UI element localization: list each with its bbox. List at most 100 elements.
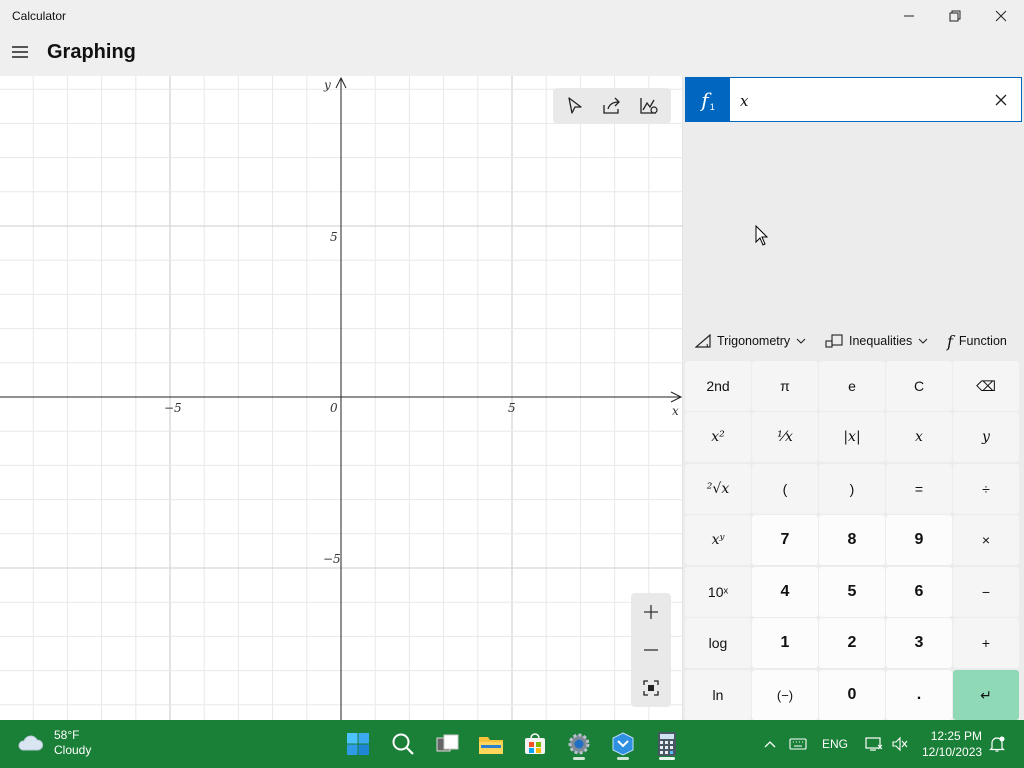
decimal-key[interactable]: .	[886, 670, 952, 720]
close-paren-key[interactable]: )	[819, 464, 885, 514]
running-indicator	[573, 757, 585, 760]
start-button[interactable]	[340, 726, 376, 762]
digit-1-key-label: 1	[780, 634, 790, 651]
notifications-button[interactable]	[986, 734, 1008, 754]
digit-8-key[interactable]: 8	[819, 515, 885, 565]
function-name: f	[701, 87, 709, 112]
digit-3-key-label: 3	[914, 634, 924, 651]
minus-icon	[644, 649, 658, 651]
restore-button[interactable]	[932, 0, 978, 32]
plus-key[interactable]: +	[953, 618, 1019, 668]
share-icon	[603, 97, 620, 114]
power-key[interactable]: xʸ	[685, 515, 751, 565]
digit-7-key-label: 7	[780, 531, 790, 548]
digit-2-key[interactable]: 2	[819, 618, 885, 668]
multiply-key[interactable]: ×	[953, 515, 1019, 565]
abs-key[interactable]: |x|	[819, 412, 885, 462]
graph-options-button[interactable]	[633, 91, 665, 121]
minimize-icon	[904, 15, 914, 17]
log-key[interactable]: log	[685, 618, 751, 668]
zoom-in-button[interactable]	[631, 593, 671, 631]
digit-7-key[interactable]: 7	[752, 515, 818, 565]
close-icon	[995, 10, 1007, 22]
trace-button[interactable]	[559, 91, 591, 121]
store-icon	[525, 733, 545, 754]
file-explorer-button[interactable]	[473, 726, 509, 762]
reciprocal-key[interactable]: ¹⁄x	[752, 412, 818, 462]
search-icon	[392, 733, 414, 755]
gear-icon	[568, 733, 590, 755]
digit-1-key[interactable]: 1	[752, 618, 818, 668]
function-dropdown[interactable]: f Function	[947, 326, 1007, 356]
function-subscript: 1	[709, 101, 715, 112]
backspace-key[interactable]: ⌫	[953, 361, 1019, 411]
digit-0-key[interactable]: 0	[819, 670, 885, 720]
divide-key[interactable]: ÷	[953, 464, 1019, 514]
log-key-label: log	[708, 635, 728, 651]
search-button[interactable]	[385, 726, 421, 762]
notification-bell-icon	[989, 736, 1005, 752]
function-label[interactable]: f1	[686, 78, 730, 121]
equals-key[interactable]: =	[886, 464, 952, 514]
e-key[interactable]: e	[819, 361, 885, 411]
zoom-out-button[interactable]	[631, 631, 671, 669]
chevron-up-icon	[764, 741, 776, 748]
graph-canvas[interactable]: y x −5 5 0 5 −5	[0, 76, 683, 720]
volume-button[interactable]	[890, 734, 910, 754]
divide-key-label: ÷	[982, 481, 990, 497]
digit-0-key-label: 0	[847, 686, 857, 703]
task-view-button[interactable]	[430, 726, 466, 762]
triangle-icon	[695, 334, 711, 348]
active-indicator	[659, 757, 675, 760]
close-icon	[995, 94, 1007, 106]
x-variable-key[interactable]: x	[886, 412, 952, 462]
reset-view-button[interactable]	[631, 669, 671, 707]
function-panel: f1 Trigonometry Inequalities f Function …	[683, 76, 1024, 720]
trigonometry-dropdown[interactable]: Trigonometry	[695, 326, 806, 356]
minimize-button[interactable]	[886, 0, 932, 32]
digit-6-key[interactable]: 6	[886, 567, 952, 617]
function-toolbar: Trigonometry Inequalities f Function	[683, 324, 1024, 358]
x-tick-neg5: −5	[164, 401, 182, 415]
ln-key[interactable]: ln	[685, 670, 751, 720]
pi-key-label: π	[780, 378, 790, 394]
microsoft-store-button[interactable]	[517, 726, 553, 762]
input-language-indicator[interactable]: ENG	[820, 734, 850, 754]
second-key[interactable]: 2nd	[685, 361, 751, 411]
square-key[interactable]: x²	[685, 412, 751, 462]
digit-9-key[interactable]: 9	[886, 515, 952, 565]
show-hidden-icons-button[interactable]	[760, 734, 780, 754]
zoom-panel	[631, 593, 671, 707]
clock[interactable]: 12:25 PM 12/10/2023	[922, 728, 982, 760]
weather-widget[interactable]: 58°F Cloudy	[16, 728, 91, 758]
enter-key-label: ↵	[980, 686, 992, 703]
y-variable-key[interactable]: y	[953, 412, 1019, 462]
root-key[interactable]: ²√x	[685, 464, 751, 514]
clock-time: 12:25 PM	[930, 729, 983, 743]
minus-key[interactable]: −	[953, 567, 1019, 617]
inequalities-dropdown[interactable]: Inequalities	[825, 326, 928, 356]
clear-function-button[interactable]	[987, 86, 1015, 114]
network-icon-button[interactable]	[864, 734, 884, 754]
decimal-key-label: .	[916, 686, 922, 703]
enter-key[interactable]: ↵	[953, 670, 1019, 720]
share-button[interactable]	[596, 91, 628, 121]
clear-key[interactable]: C	[886, 361, 952, 411]
ten-power-key[interactable]: 10ˣ	[685, 567, 751, 617]
negate-key[interactable]: (−)	[752, 670, 818, 720]
navigation-menu-button[interactable]	[6, 38, 34, 66]
x-variable-key-label: x	[915, 429, 923, 445]
digit-3-key[interactable]: 3	[886, 618, 952, 668]
digit-5-key[interactable]: 5	[819, 567, 885, 617]
close-button[interactable]	[978, 0, 1024, 32]
pi-key[interactable]: π	[752, 361, 818, 411]
digit-4-key[interactable]: 4	[752, 567, 818, 617]
open-paren-key[interactable]: (	[752, 464, 818, 514]
settings-button[interactable]	[561, 726, 597, 762]
digit-4-key-label: 4	[780, 583, 790, 600]
calculator-taskbar-button[interactable]	[649, 726, 685, 762]
weather-temperature: 58°F	[54, 728, 80, 742]
function-input[interactable]	[740, 91, 980, 111]
touch-keyboard-button[interactable]	[788, 734, 808, 754]
app-button[interactable]	[605, 726, 641, 762]
